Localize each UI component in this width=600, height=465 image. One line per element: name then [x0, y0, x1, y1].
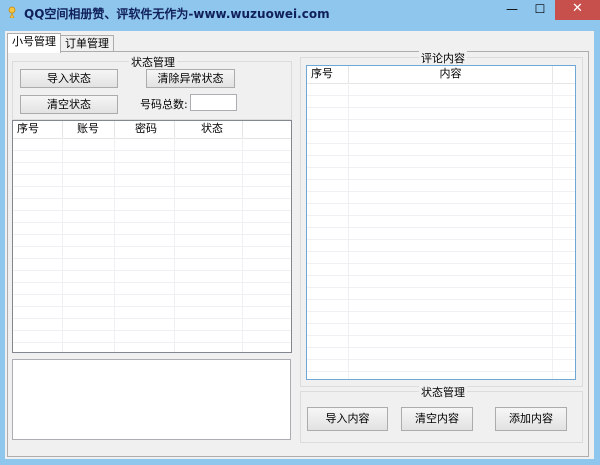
column-header-comment-index[interactable]: 序号	[307, 66, 349, 83]
log-textbox[interactable]	[12, 359, 291, 440]
column-header-status[interactable]: 状态	[175, 121, 243, 138]
tab-account-management[interactable]: 小号管理	[7, 33, 61, 53]
grid-row-line	[13, 186, 291, 187]
client-area: 小号管理 订单管理 状态管理 导入状态 清除异常状态 清空状态 号码总数: 序号…	[5, 31, 594, 459]
grid-column-line	[114, 138, 115, 352]
grid-column-line	[242, 138, 243, 352]
grid-row-line	[13, 174, 291, 175]
accounts-list[interactable]: 序号 账号 密码 状态	[12, 120, 292, 353]
clear-content-button[interactable]: 清空内容	[401, 407, 473, 431]
left-status-group: 状态管理 导入状态 清除异常状态 清空状态 号码总数:	[12, 54, 292, 120]
account-count-label: 号码总数:	[140, 98, 188, 111]
column-header-comment-content[interactable]: 内容	[349, 66, 553, 83]
minimize-button[interactable]: —	[499, 0, 525, 20]
maximize-button[interactable]: ☐	[527, 0, 553, 20]
accounts-list-header: 序号 账号 密码 状态	[13, 121, 291, 139]
comments-group: 评论内容 序号 内容	[300, 50, 583, 387]
grid-row-line	[13, 330, 291, 331]
tab-order-management[interactable]: 订单管理	[60, 35, 114, 52]
grid-row-line	[13, 258, 291, 259]
title-bar[interactable]: QQ空间相册赞、评软件无作为-www.wuzuowei.com — ☐ ✕	[0, 0, 600, 26]
clear-status-button[interactable]: 清空状态	[20, 95, 118, 114]
grid-row-line	[13, 222, 291, 223]
grid-row-line	[13, 294, 291, 295]
app-icon	[8, 6, 16, 18]
grid-column-line	[174, 138, 175, 352]
account-count-field[interactable]	[190, 94, 237, 111]
right-status-group-title: 状态管理	[419, 384, 467, 400]
clear-abnormal-status-button[interactable]: 清除异常状态	[146, 69, 235, 88]
grid-row-line	[13, 246, 291, 247]
grid-column-line	[552, 83, 553, 379]
close-icon: ✕	[572, 1, 583, 16]
grid-row-line	[13, 198, 291, 199]
tab-panel: 状态管理 导入状态 清除异常状态 清空状态 号码总数: 序号 账号 密码 状态	[7, 50, 589, 457]
grid-row-line	[13, 234, 291, 235]
right-status-group: 状态管理 导入内容 清空内容 添加内容	[300, 384, 583, 443]
grid-column-line	[62, 138, 63, 352]
minimize-icon: —	[506, 2, 518, 16]
column-header-account[interactable]: 账号	[63, 121, 115, 138]
grid-row-line	[13, 318, 291, 319]
comments-list[interactable]: 序号 内容	[306, 65, 576, 380]
column-header-index[interactable]: 序号	[13, 121, 63, 138]
column-header-password[interactable]: 密码	[115, 121, 175, 138]
left-status-group-title: 状态管理	[129, 54, 177, 70]
grid-row-line	[13, 150, 291, 151]
grid-row-line	[13, 282, 291, 283]
maximize-icon: ☐	[534, 2, 546, 16]
add-content-button[interactable]: 添加内容	[495, 407, 567, 431]
import-status-button[interactable]: 导入状态	[20, 69, 118, 88]
comments-group-title: 评论内容	[419, 50, 467, 66]
grid-row-line	[13, 162, 291, 163]
grid-row-line	[13, 210, 291, 211]
import-content-button[interactable]: 导入内容	[307, 407, 388, 431]
grid-column-line	[348, 83, 349, 379]
window-title: QQ空间相册赞、评软件无作为-www.wuzuowei.com	[24, 7, 330, 21]
grid-row-line	[13, 306, 291, 307]
main-window: QQ空间相册赞、评软件无作为-www.wuzuowei.com — ☐ ✕ 小号…	[0, 0, 600, 465]
grid-row-line	[13, 342, 291, 343]
grid-row-line	[13, 270, 291, 271]
comments-list-header: 序号 内容	[307, 66, 575, 84]
close-button[interactable]: ✕	[555, 0, 600, 20]
